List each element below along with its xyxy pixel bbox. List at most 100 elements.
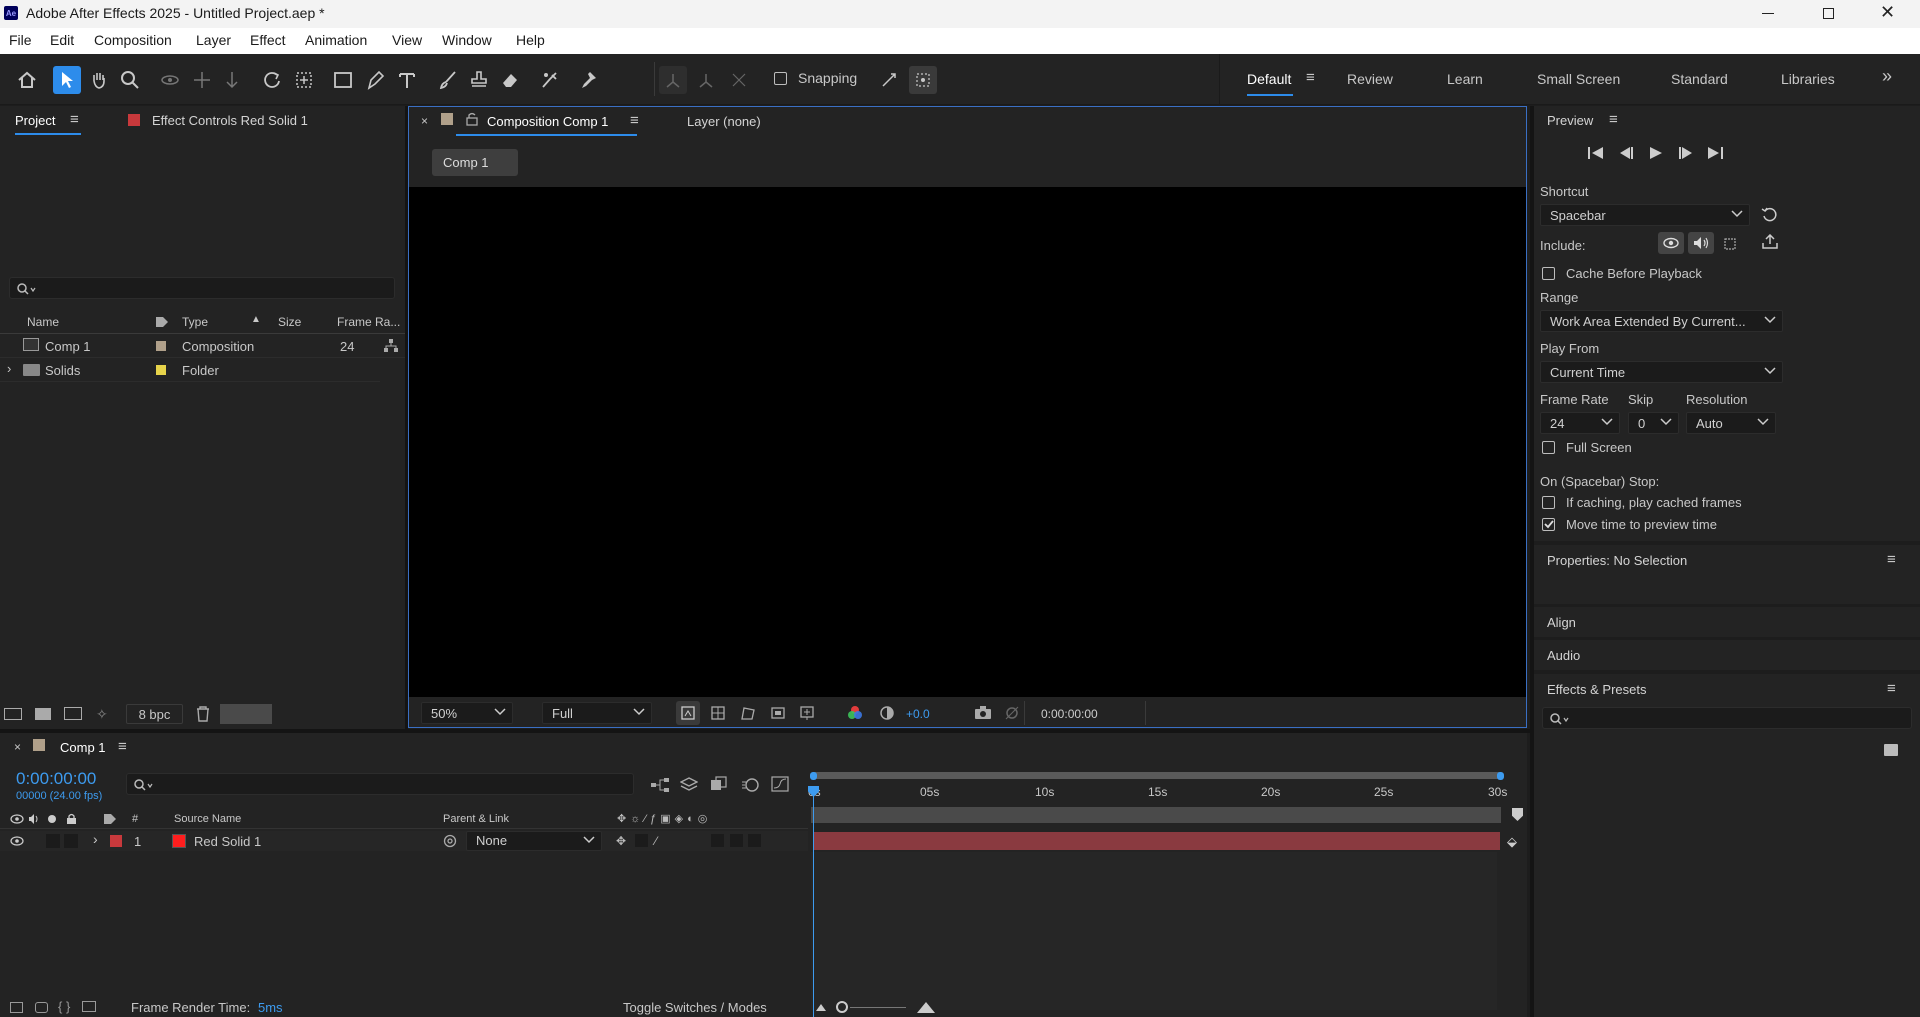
include-video-icon[interactable] — [1658, 232, 1684, 254]
lock-icon[interactable] — [466, 112, 478, 126]
layer-switches-toggle-icon[interactable] — [10, 1002, 23, 1013]
zoom-slider-track[interactable] — [850, 1007, 906, 1008]
fast-previews-icon[interactable] — [676, 701, 700, 725]
layer-lock-box[interactable] — [64, 834, 78, 848]
draft-3d-icon[interactable] — [680, 777, 698, 793]
puppet-pin-icon[interactable] — [574, 66, 602, 94]
project-panel-menu-icon[interactable]: ≡ — [70, 111, 79, 128]
clone-stamp-icon[interactable] — [465, 66, 493, 94]
motion-blur-icon[interactable] — [741, 777, 759, 793]
project-settings-icon[interactable]: ✧ — [96, 706, 108, 723]
prev-frame-icon[interactable] — [1617, 146, 1635, 160]
pan-camera-icon[interactable] — [188, 66, 216, 94]
menu-help[interactable]: Help — [516, 32, 545, 48]
comp-panel-menu-icon[interactable]: ≡ — [630, 112, 639, 129]
if-caching-checkbox[interactable] — [1542, 496, 1555, 509]
next-frame-icon[interactable] — [1677, 146, 1695, 160]
label-swatch[interactable] — [156, 341, 166, 351]
parent-dropdown[interactable]: None — [466, 831, 602, 851]
rectangle-tool-icon[interactable] — [329, 66, 357, 94]
av-eye-icon[interactable] — [10, 814, 24, 824]
rotation-tool-icon[interactable] — [258, 66, 286, 94]
col-parent-link[interactable]: Parent & Link — [443, 813, 509, 825]
tab-project[interactable]: Project — [15, 113, 55, 128]
graph-editor-icon[interactable] — [771, 776, 789, 792]
timeline-track-area[interactable] — [811, 852, 1497, 1010]
current-time-display[interactable]: 0:00:00:00 — [1041, 707, 1098, 721]
close-tab-icon[interactable]: × — [421, 114, 428, 128]
play-icon[interactable] — [1649, 146, 1663, 160]
col-name[interactable]: Name — [27, 315, 59, 329]
snap-edges-icon[interactable] — [875, 66, 903, 94]
col-type[interactable]: Type — [182, 315, 208, 329]
hand-tool-icon[interactable] — [85, 66, 113, 94]
pen-tool-icon[interactable] — [361, 66, 389, 94]
resolution-dropdown[interactable]: Full — [542, 702, 652, 724]
mask-visibility-icon[interactable] — [736, 701, 760, 725]
shortcut-dropdown[interactable]: Spacebar — [1540, 204, 1750, 226]
in-out-toggle-icon[interactable]: { } — [58, 999, 70, 1014]
skip-dropdown[interactable]: 0 — [1628, 412, 1679, 434]
snap-features-icon[interactable] — [909, 66, 937, 94]
bpc-button[interactable]: 8 bpc — [126, 704, 183, 724]
new-preset-icon[interactable] — [1884, 744, 1898, 756]
play-from-dropdown[interactable]: Current Time — [1540, 361, 1783, 383]
layer-name[interactable]: Red Solid 1 — [194, 834, 261, 849]
frame-rate-dropdown[interactable]: 24 — [1540, 412, 1620, 434]
quality-switch-icon[interactable]: ⁄ — [655, 834, 657, 848]
minimize-icon[interactable] — [1762, 13, 1774, 14]
flowchart-icon[interactable] — [383, 338, 399, 354]
menu-effect[interactable]: Effect — [250, 32, 286, 48]
layer-row[interactable]: › 1 Red Solid 1 None ✥ ⁄ — [0, 831, 808, 851]
axis-local-icon[interactable] — [659, 66, 687, 94]
tab-effect-controls[interactable]: Effect Controls Red Solid 1 — [152, 113, 308, 128]
project-item-comp1[interactable]: Comp 1 Composition 24 — [0, 334, 405, 358]
col-source-name[interactable]: Source Name — [174, 813, 241, 825]
new-folder-icon[interactable] — [35, 708, 51, 720]
comp-breadcrumb[interactable]: Comp 1 — [432, 149, 518, 176]
lock-column-icon[interactable] — [66, 812, 77, 825]
label-column-icon[interactable] — [155, 316, 169, 328]
layer-solo-box[interactable] — [46, 834, 60, 848]
new-composition-icon[interactable] — [64, 707, 82, 720]
tab-layer[interactable]: Layer (none) — [687, 114, 761, 129]
timeline-search-input[interactable] — [126, 773, 634, 795]
snapping-checkbox[interactable] — [774, 72, 787, 85]
menu-animation[interactable]: Animation — [305, 32, 367, 48]
zoom-in-icon[interactable] — [917, 1002, 935, 1013]
zoom-slider-knob[interactable] — [836, 1001, 848, 1013]
project-search-input[interactable] — [9, 277, 395, 299]
layer-end-icon[interactable]: ⬙ — [1507, 834, 1517, 850]
3d-switch-box[interactable] — [748, 834, 761, 847]
reset-exposure-icon[interactable] — [879, 705, 895, 721]
exposure-value[interactable]: +0.0 — [906, 707, 930, 721]
menu-file[interactable]: File — [9, 32, 32, 48]
grid-guides-icon[interactable] — [795, 701, 819, 725]
workspace-learn[interactable]: Learn — [1447, 71, 1483, 87]
layer-duration-bar[interactable] — [814, 832, 1500, 850]
audio-panel[interactable]: Audio — [1534, 640, 1920, 670]
menu-layer[interactable]: Layer — [196, 32, 231, 48]
rgb-channels-icon[interactable] — [847, 705, 863, 721]
transparency-grid-icon[interactable] — [706, 701, 730, 725]
timeline-menu-icon[interactable]: ≡ — [118, 738, 127, 755]
workspace-review[interactable]: Review — [1347, 71, 1393, 87]
col-frame-rate[interactable]: Frame Ra... — [337, 315, 400, 329]
dolly-camera-icon[interactable] — [218, 66, 246, 94]
zoom-tool-icon[interactable] — [116, 66, 144, 94]
menu-composition[interactable]: Composition — [94, 32, 172, 48]
resolution-preview-dropdown[interactable]: Auto — [1686, 412, 1776, 434]
workspace-standard[interactable]: Standard — [1671, 71, 1728, 87]
av-audio-icon[interactable] — [28, 813, 40, 825]
show-snapshot-icon[interactable] — [1003, 705, 1021, 720]
include-overlays-icon[interactable] — [1722, 236, 1738, 252]
shy-switch-icon[interactable]: ✥ — [616, 834, 626, 848]
snapshot-icon[interactable] — [974, 705, 992, 720]
adjustment-switch-box[interactable] — [730, 834, 743, 847]
expand-chevron-icon[interactable]: › — [7, 361, 11, 376]
workspace-menu-icon[interactable]: ≡ — [1306, 69, 1315, 86]
preview-menu-icon[interactable]: ≡ — [1609, 111, 1618, 128]
layer-label-swatch[interactable] — [110, 835, 122, 847]
brush-tool-icon[interactable] — [434, 66, 462, 94]
zoom-dropdown[interactable]: 50% — [421, 702, 513, 724]
